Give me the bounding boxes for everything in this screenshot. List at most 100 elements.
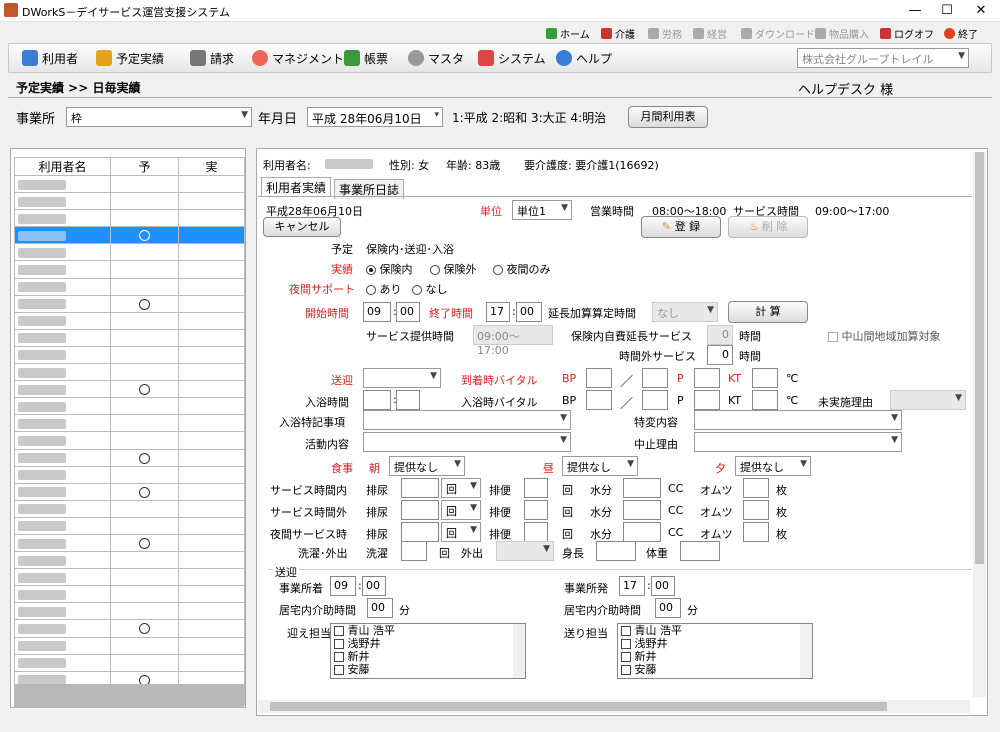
plan-cell[interactable] — [110, 619, 179, 638]
diaper-input-night-service[interactable] — [743, 522, 769, 542]
actual-cell[interactable] — [178, 482, 245, 501]
user-name-cell[interactable] — [14, 328, 111, 347]
actual-cell[interactable] — [178, 533, 245, 553]
menu-help[interactable]: ヘルプ — [556, 48, 612, 68]
bath-hour-input[interactable] — [363, 390, 391, 410]
bath-bp-low[interactable] — [642, 390, 668, 410]
user-name-cell[interactable] — [14, 192, 111, 211]
plan-cell[interactable] — [110, 209, 179, 228]
plan-cell[interactable] — [110, 551, 179, 570]
end-minute-input[interactable]: 00 — [516, 302, 542, 322]
end-hour-input[interactable]: 17 — [486, 302, 510, 322]
col-header-actual[interactable]: 実 — [178, 157, 245, 176]
ext-select[interactable]: なし ▼ — [652, 302, 718, 322]
water-input-in-service[interactable] — [623, 478, 661, 498]
delete-button[interactable]: ♨ 削 除 — [728, 216, 808, 238]
user-name-cell[interactable] — [14, 243, 111, 262]
actual-cell[interactable] — [178, 568, 245, 587]
table-row[interactable] — [14, 465, 245, 484]
menu-ledger[interactable]: 帳票 — [344, 48, 388, 68]
table-row[interactable] — [14, 192, 245, 211]
plan-cell[interactable] — [110, 636, 179, 655]
arrive-minute-input[interactable]: 00 — [362, 576, 386, 596]
actual-cell[interactable] — [178, 431, 245, 450]
toplink-goods[interactable]: 物品購入 — [815, 24, 869, 42]
actual-cell[interactable] — [178, 653, 245, 672]
monthly-table-button[interactable]: 月間利用表 — [628, 106, 708, 128]
height-input[interactable] — [596, 541, 636, 561]
home-care-input-2[interactable]: 00 — [655, 598, 681, 618]
actual-cell[interactable] — [178, 345, 245, 365]
table-row[interactable] — [14, 653, 245, 672]
vertical-scroll-thumb[interactable] — [975, 152, 984, 564]
table-row[interactable] — [14, 448, 245, 467]
weight-input[interactable] — [680, 541, 720, 561]
actual-cell[interactable] — [178, 380, 245, 399]
table-row[interactable] — [14, 414, 245, 433]
laundry-input[interactable] — [401, 541, 427, 561]
actual-cell[interactable] — [178, 585, 245, 604]
lunch-select[interactable]: 提供なし ▼ — [562, 456, 638, 476]
user-name-cell[interactable] — [14, 209, 111, 228]
plan-cell[interactable] — [110, 345, 179, 365]
table-row[interactable] — [14, 174, 245, 194]
plan-cell[interactable] — [110, 602, 179, 621]
plan-cell[interactable] — [110, 277, 179, 296]
actual-radio-night[interactable]: 夜間のみ — [493, 261, 551, 277]
urine-unit-select[interactable]: 回 ▼ — [441, 478, 481, 498]
staff-checkbox-item[interactable]: 新井 — [331, 650, 525, 663]
diaper-input-out-service[interactable] — [743, 500, 769, 520]
actual-radio-insured[interactable]: 保険内 — [366, 261, 413, 277]
transport-select[interactable]: ▼ — [363, 368, 441, 388]
night-radio-yes[interactable]: あり — [366, 281, 402, 297]
user-name-cell[interactable] — [14, 431, 111, 450]
staff-checkbox-item[interactable]: 青山 浩平 — [331, 624, 525, 637]
diaper-input-in-service[interactable] — [743, 478, 769, 498]
user-name-cell[interactable] — [14, 345, 111, 365]
actual-cell[interactable] — [178, 363, 245, 382]
cancel-button[interactable]: キャンセル — [263, 217, 341, 237]
special-select[interactable]: ▼ — [694, 410, 902, 430]
toplink-download[interactable]: ダウンロード — [741, 24, 815, 42]
user-name-cell[interactable] — [14, 311, 111, 330]
user-name-cell[interactable] — [14, 380, 111, 399]
breakfast-select[interactable]: 提供なし ▼ — [389, 456, 465, 476]
table-row[interactable] — [14, 260, 245, 279]
menu-users[interactable]: 利用者 — [22, 48, 78, 68]
actual-cell[interactable] — [178, 636, 245, 655]
maximize-button[interactable]: ☐ — [930, 0, 964, 22]
arrival-bp-low[interactable] — [642, 368, 668, 388]
menu-billing[interactable]: 請求 — [190, 48, 234, 68]
actual-cell[interactable] — [178, 619, 245, 638]
plan-cell[interactable] — [110, 294, 179, 313]
plan-cell[interactable] — [110, 499, 179, 518]
user-name-cell[interactable] — [14, 516, 111, 535]
table-row[interactable] — [14, 516, 245, 535]
plan-cell[interactable] — [110, 363, 179, 382]
start-hour-input[interactable]: 09 — [363, 302, 391, 322]
arrival-pulse[interactable] — [694, 368, 720, 388]
actual-cell[interactable] — [178, 277, 245, 296]
menu-master[interactable]: マスタ — [408, 48, 464, 68]
plan-cell[interactable] — [110, 653, 179, 672]
actual-cell[interactable] — [178, 192, 245, 211]
mountain-checkbox[interactable]: 中山間地域加算対象 — [828, 328, 941, 344]
table-row[interactable] — [14, 551, 245, 570]
plan-cell[interactable] — [110, 448, 179, 467]
staff-checkbox-item[interactable]: 新井 — [618, 650, 812, 663]
out-svc-input[interactable]: 0 — [707, 345, 733, 365]
staff-checkbox-item[interactable]: 浅野井 — [331, 637, 525, 650]
user-name-cell[interactable] — [14, 499, 111, 518]
actual-cell[interactable] — [178, 516, 245, 535]
table-row[interactable] — [14, 209, 245, 228]
bath-minute-input[interactable] — [396, 390, 420, 410]
urine-input-in-service[interactable] — [401, 478, 439, 498]
actual-cell[interactable] — [178, 226, 245, 245]
staff-checkbox-item[interactable]: 浅野井 — [618, 637, 812, 650]
toplink-logoff[interactable]: ログオフ — [880, 24, 934, 42]
staff-checkbox-item[interactable]: 安藤 — [331, 663, 525, 676]
bath-temp[interactable] — [752, 390, 778, 410]
user-name-cell[interactable] — [14, 602, 111, 621]
actual-cell[interactable] — [178, 260, 245, 279]
calculate-button[interactable]: 計 算 — [728, 301, 808, 323]
